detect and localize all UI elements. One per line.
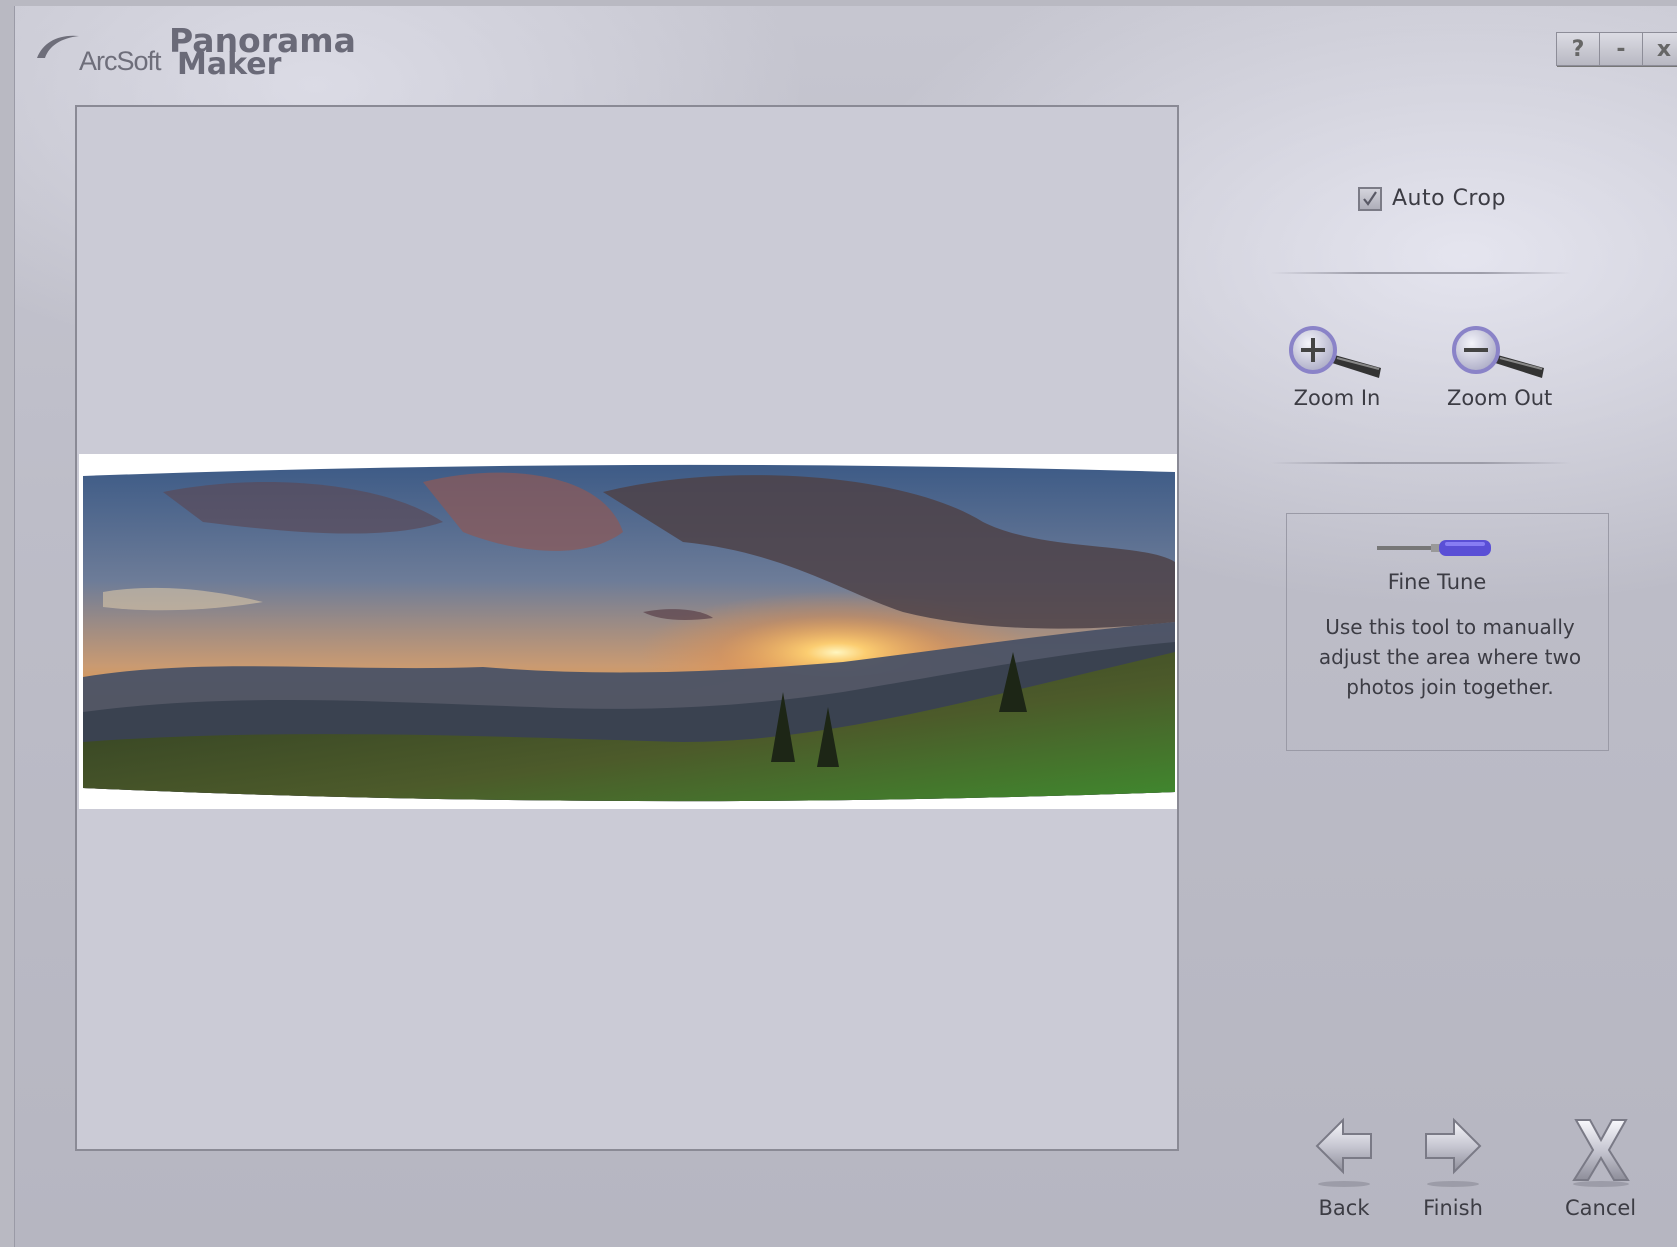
back-label: Back — [1318, 1196, 1370, 1220]
zoom-out-button[interactable]: Zoom Out — [1447, 324, 1552, 410]
window-controls: ? - x — [1556, 32, 1677, 66]
screwdriver-icon[interactable] — [1375, 537, 1495, 559]
close-window-button[interactable]: x — [1643, 33, 1677, 65]
app-logo: ArcSoft Panorama Maker — [35, 24, 375, 84]
back-button[interactable]: Back — [1313, 1116, 1375, 1220]
divider — [1271, 272, 1571, 274]
fine-tune-description: Use this tool to manually adjust the are… — [1318, 615, 1582, 699]
panorama-image-frame — [79, 454, 1177, 809]
arcsoft-swoosh-icon — [37, 35, 79, 58]
cancel-label: Cancel — [1565, 1196, 1637, 1220]
magnifier-minus-icon — [1451, 326, 1544, 378]
divider — [1271, 462, 1571, 464]
panorama-image — [83, 464, 1175, 802]
help-button[interactable]: ? — [1557, 33, 1600, 65]
arrow-left-icon — [1315, 1117, 1372, 1187]
auto-crop-checkbox[interactable] — [1358, 186, 1382, 211]
panorama-maker-window: ArcSoft Panorama Maker ? - x Auto Crop Z… — [14, 6, 1677, 1247]
product-name-line2: Maker — [177, 47, 282, 82]
x-mark-icon — [1571, 1119, 1630, 1187]
checkmark-icon — [1363, 190, 1377, 206]
brand-name: ArcSoft — [79, 46, 162, 76]
zoom-in-button[interactable]: Zoom In — [1287, 324, 1387, 410]
minimize-button[interactable]: - — [1600, 33, 1643, 65]
auto-crop-toggle[interactable]: Auto Crop — [1358, 186, 1506, 211]
cancel-button[interactable]: Cancel — [1565, 1116, 1636, 1220]
finish-label: Finish — [1423, 1196, 1483, 1220]
zoom-in-label: Zoom In — [1293, 386, 1381, 410]
magnifier-plus-icon — [1289, 326, 1381, 378]
fine-tune-title: Fine Tune — [1387, 570, 1487, 594]
panorama-preview-canvas[interactable] — [75, 105, 1179, 1151]
fine-tune-panel: Fine Tune Use this tool to manually adju… — [1286, 513, 1609, 751]
finish-button[interactable]: Finish — [1422, 1116, 1484, 1220]
zoom-out-label: Zoom Out — [1447, 386, 1553, 410]
auto-crop-label: Auto Crop — [1392, 186, 1506, 211]
arrow-right-icon — [1425, 1117, 1482, 1187]
